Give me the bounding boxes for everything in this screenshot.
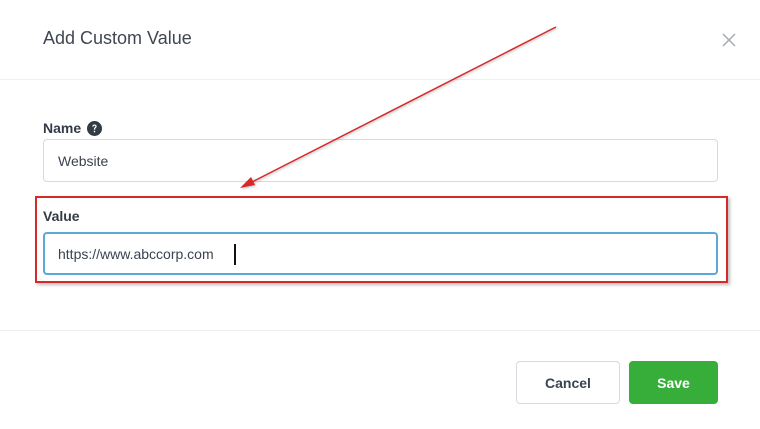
- close-icon[interactable]: [719, 30, 739, 50]
- value-input[interactable]: [43, 232, 718, 275]
- modal-title: Add Custom Value: [43, 28, 192, 48]
- name-field-label: Name: [43, 120, 103, 136]
- value-field-label: Value: [43, 208, 80, 224]
- add-custom-value-modal: Add Custom Value Name Value: [0, 0, 760, 429]
- footer-divider: [0, 330, 760, 331]
- name-input[interactable]: [43, 139, 718, 182]
- question-circle-icon[interactable]: [87, 120, 103, 136]
- name-label-text: Name: [43, 120, 82, 136]
- text-cursor: [234, 244, 236, 265]
- modal-header: Add Custom Value: [0, 0, 760, 80]
- save-button[interactable]: Save: [629, 361, 718, 404]
- cancel-button[interactable]: Cancel: [516, 361, 620, 404]
